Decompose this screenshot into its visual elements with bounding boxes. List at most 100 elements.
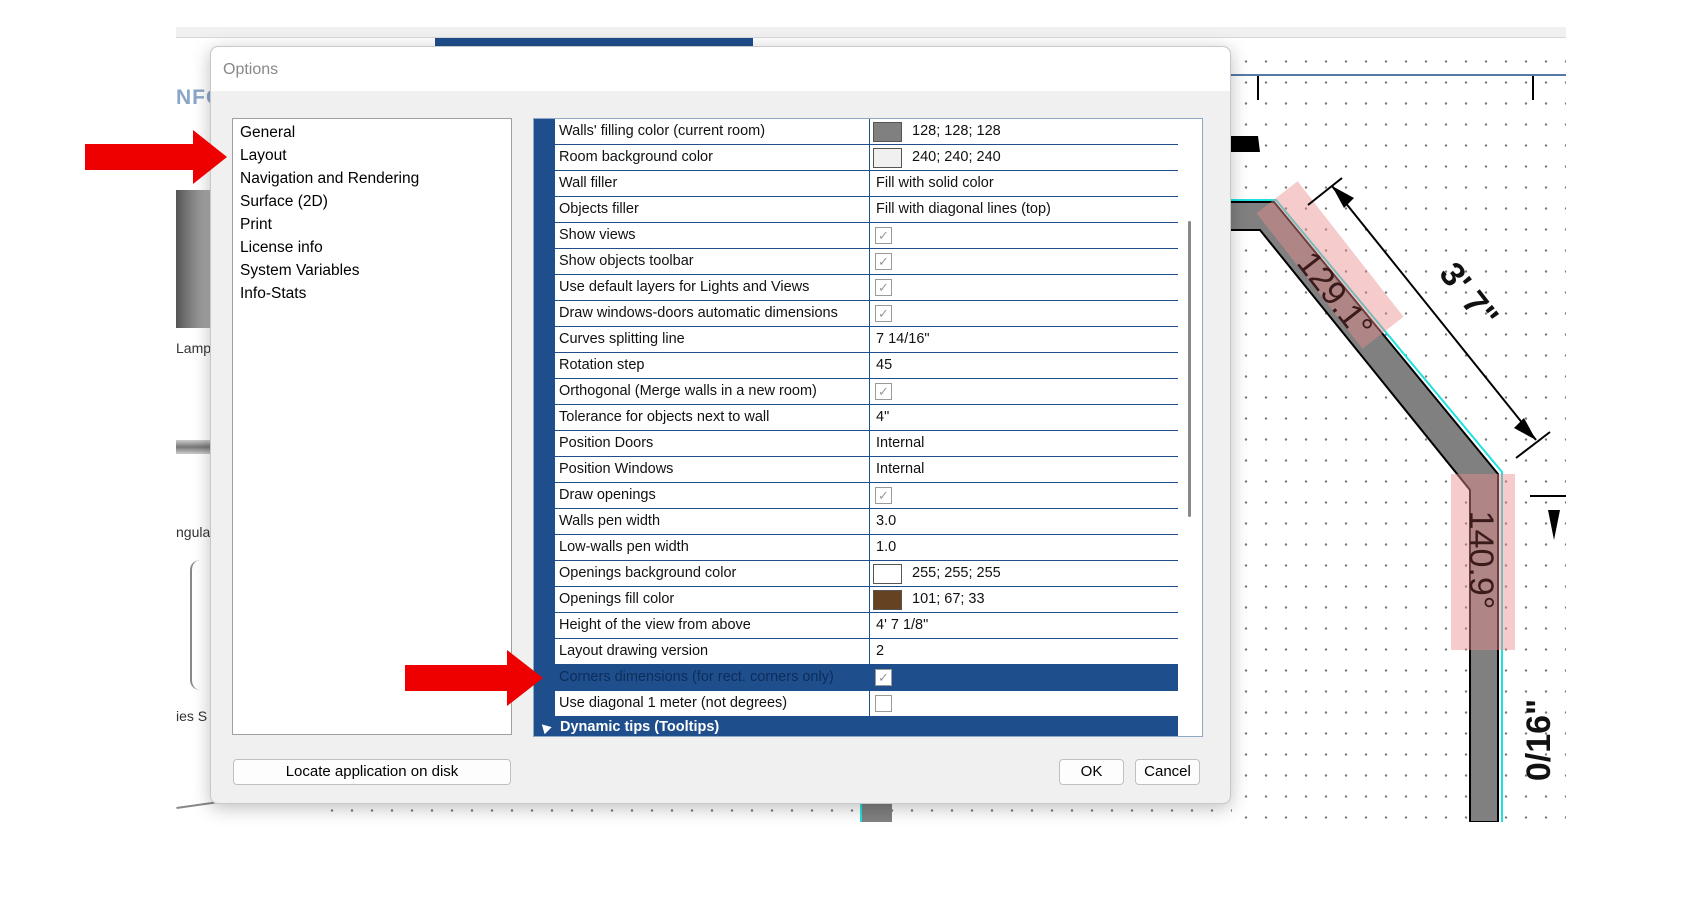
property-row[interactable]: Show objects toolbar ✓: [555, 249, 1178, 275]
checkbox[interactable]: ✓: [875, 383, 892, 400]
ok-button[interactable]: OK: [1059, 759, 1124, 785]
property-value[interactable]: 45: [876, 357, 892, 373]
column-divider: [869, 405, 870, 430]
category-list[interactable]: General Layout Navigation and Rendering …: [232, 118, 512, 735]
top-toolbar-strip: [176, 27, 1566, 38]
property-row[interactable]: Room background color 240; 240; 240: [555, 145, 1178, 171]
property-row[interactable]: Objects filler Fill with diagonal lines (…: [555, 197, 1178, 223]
section-header-tooltips[interactable]: Dynamic tips (Tooltips): [534, 716, 1178, 736]
property-row[interactable]: Low-walls pen width 1.0: [555, 535, 1178, 561]
property-row[interactable]: Use diagonal 1 meter (not degrees): [555, 691, 1178, 717]
property-row[interactable]: Curves splitting line 7 14/16": [555, 327, 1178, 353]
collapse-triangle-icon[interactable]: [538, 720, 552, 735]
column-divider: [869, 119, 870, 144]
column-divider: [869, 145, 870, 170]
property-value[interactable]: 4' 7 1/8": [876, 617, 928, 633]
arrowhead: [1548, 510, 1560, 540]
category-info-stats[interactable]: Info-Stats: [240, 285, 306, 303]
property-value[interactable]: Internal: [876, 461, 924, 477]
property-value[interactable]: Fill with solid color: [876, 175, 994, 191]
property-value[interactable]: 101; 67; 33: [912, 591, 985, 607]
dialog-title: Options: [223, 61, 279, 78]
property-value[interactable]: 2: [876, 643, 884, 659]
property-name: Height of the view from above: [559, 617, 751, 633]
checkbox[interactable]: ✓: [875, 305, 892, 322]
cancel-button[interactable]: Cancel: [1135, 759, 1200, 785]
property-row[interactable]: Openings fill color 101; 67; 33: [555, 587, 1178, 613]
property-name: Draw openings: [559, 487, 656, 503]
property-row[interactable]: Position Doors Internal: [555, 431, 1178, 457]
checkbox[interactable]: ✓: [875, 227, 892, 244]
category-general[interactable]: General: [240, 124, 295, 142]
property-row[interactable]: Openings background color 255; 255; 255: [555, 561, 1178, 587]
category-layout[interactable]: Layout: [240, 147, 287, 165]
property-value[interactable]: 7 14/16": [876, 331, 930, 347]
scrollbar-thumb[interactable]: [1188, 221, 1191, 517]
property-grid[interactable]: Walls' filling color (current room) 128; …: [533, 118, 1203, 737]
category-surface[interactable]: Surface (2D): [240, 193, 328, 211]
property-value[interactable]: 1.0: [876, 539, 896, 555]
property-row[interactable]: Draw windows-doors automatic dimensions ✓: [555, 301, 1178, 327]
column-divider: [869, 223, 870, 248]
property-row[interactable]: Walls pen width 3.0: [555, 509, 1178, 535]
column-divider: [869, 327, 870, 352]
checkbox[interactable]: [875, 695, 892, 712]
category-license[interactable]: License info: [240, 239, 323, 257]
column-divider: [869, 691, 870, 716]
column-divider: [869, 197, 870, 222]
column-divider: [869, 431, 870, 456]
property-row[interactable]: Walls' filling color (current room) 128; …: [555, 119, 1178, 145]
property-row[interactable]: Rotation step 45: [555, 353, 1178, 379]
color-swatch[interactable]: [873, 148, 902, 168]
checkbox[interactable]: ✓: [875, 279, 892, 296]
color-swatch[interactable]: [873, 122, 902, 142]
side-dimension-label: 0/16": [1520, 699, 1558, 781]
property-row[interactable]: Use default layers for Lights and Views ✓: [555, 275, 1178, 301]
property-row[interactable]: Position Windows Internal: [555, 457, 1178, 483]
property-value[interactable]: Fill with diagonal lines (top): [876, 201, 1051, 217]
property-value[interactable]: 3.0: [876, 513, 896, 529]
property-row[interactable]: Orthogonal (Merge walls in a new room) ✓: [555, 379, 1178, 405]
column-divider: [869, 353, 870, 378]
property-value[interactable]: 4": [876, 409, 889, 425]
dialog-titlebar[interactable]: Options: [211, 47, 1230, 91]
object-thumbnail[interactable]: [176, 440, 214, 454]
red-arrow-icon: [85, 130, 227, 184]
property-name: Use default layers for Lights and Views: [559, 279, 810, 295]
checkbox[interactable]: ✓: [875, 669, 892, 686]
locate-application-button[interactable]: Locate application on disk: [233, 759, 511, 785]
checkbox[interactable]: ✓: [875, 487, 892, 504]
property-row[interactable]: Height of the view from above 4' 7 1/8": [555, 613, 1178, 639]
property-name: Objects filler: [559, 201, 639, 217]
property-name: Room background color: [559, 149, 713, 165]
color-swatch[interactable]: [873, 564, 902, 584]
column-divider: [869, 275, 870, 300]
property-name: Draw windows-doors automatic dimensions: [559, 305, 838, 321]
property-value[interactable]: Internal: [876, 435, 924, 451]
property-value[interactable]: 255; 255; 255: [912, 565, 1001, 581]
property-name: Corners dimensions (for rect. corners on…: [559, 669, 834, 685]
property-row[interactable]: Wall filler Fill with solid color: [555, 171, 1178, 197]
property-name: Curves splitting line: [559, 331, 685, 347]
property-name: Walls' filling color (current room): [559, 123, 766, 139]
property-name: Show objects toolbar: [559, 253, 694, 269]
active-tab-indicator[interactable]: [435, 38, 753, 46]
property-name: Openings fill color: [559, 591, 675, 607]
checkbox[interactable]: ✓: [875, 253, 892, 270]
property-value[interactable]: 240; 240; 240: [912, 149, 1001, 165]
property-row[interactable]: Show views ✓: [555, 223, 1178, 249]
category-system-variables[interactable]: System Variables: [240, 262, 359, 280]
floor-plan-drawing: 129.1° 140.9° 3' 7" 0/16": [1230, 74, 1566, 822]
property-row[interactable]: Layout drawing version 2: [555, 639, 1178, 665]
color-swatch[interactable]: [873, 590, 902, 610]
column-divider: [869, 483, 870, 508]
category-navigation[interactable]: Navigation and Rendering: [240, 170, 419, 188]
column-divider: [869, 509, 870, 534]
property-row[interactable]: Corners dimensions (for rect. corners on…: [555, 665, 1178, 691]
property-row[interactable]: Draw openings ✓: [555, 483, 1178, 509]
category-print[interactable]: Print: [240, 216, 272, 234]
property-name: Wall filler: [559, 175, 618, 191]
property-row[interactable]: Tolerance for objects next to wall 4": [555, 405, 1178, 431]
property-name: Openings background color: [559, 565, 737, 581]
property-value[interactable]: 128; 128; 128: [912, 123, 1001, 139]
